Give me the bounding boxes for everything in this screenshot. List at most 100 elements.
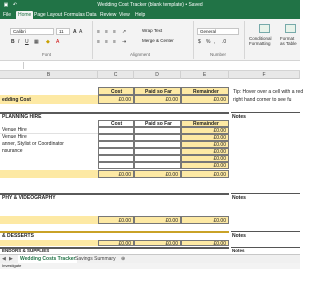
format-as-table-icon[interactable] — [285, 24, 296, 33]
summary-label: edding Cost — [2, 97, 31, 103]
tab-data[interactable]: Data — [86, 11, 97, 19]
conditional-formatting-icon[interactable] — [259, 24, 270, 33]
planning-cost-header[interactable]: Cost — [98, 120, 134, 127]
underline-button[interactable]: U — [25, 39, 29, 45]
add-sheet-icon[interactable]: ⊕ — [121, 255, 125, 263]
merge-center-button[interactable]: Merge & Center — [140, 38, 188, 45]
summary-cost-value: £0.00 — [118, 97, 131, 103]
align-left-icon[interactable]: ≡ — [97, 39, 100, 45]
orientation-icon[interactable]: ↗ — [122, 29, 126, 35]
totals-row[interactable]: £0.00 £0.00 £0.00 — [0, 240, 229, 247]
total-cost-cell[interactable]: £0.00 — [98, 216, 134, 224]
column-header-f[interactable]: F — [229, 71, 300, 79]
remainder-cell[interactable]: £0.00 — [181, 141, 229, 148]
italic-button[interactable]: I — [18, 39, 19, 45]
font-color-icon[interactable]: A — [56, 39, 59, 45]
decimal-icon[interactable]: .0 — [222, 39, 226, 45]
remainder-cell[interactable]: £0.00 — [181, 162, 229, 169]
tab-help[interactable]: Help — [135, 11, 145, 19]
total-remainder-cell[interactable]: £0.00 — [181, 216, 229, 224]
summary-cost-cell[interactable]: £0.00 — [98, 95, 134, 104]
column-header-c[interactable]: C — [98, 71, 134, 79]
tab-review[interactable]: Review — [100, 11, 116, 19]
cost-cell[interactable] — [98, 141, 134, 148]
indent-icon[interactable]: ⇥ — [122, 39, 126, 45]
name-box[interactable] — [0, 62, 24, 69]
column-header-b[interactable]: B — [0, 71, 98, 79]
total-paid-value: £0.00 — [165, 172, 178, 178]
font-size-select[interactable]: 11 — [56, 28, 70, 35]
wrap-text-button[interactable]: Wrap Text — [140, 28, 180, 35]
next-sheet-icon[interactable]: ▶ — [9, 255, 13, 263]
total-cost-value: £0.00 — [118, 218, 131, 224]
paid-cell[interactable] — [134, 141, 181, 148]
total-cost-cell[interactable]: £0.00 — [98, 240, 134, 247]
fill-color-icon[interactable]: ◆ — [46, 39, 50, 45]
remainder-cell[interactable]: £0.00 — [181, 127, 229, 134]
summary-remainder-header[interactable]: Remainder — [181, 87, 229, 95]
tab-file[interactable]: File — [3, 11, 11, 19]
cost-cell[interactable] — [98, 127, 134, 134]
paid-cell[interactable] — [134, 162, 181, 169]
summary-label-cell[interactable]: edding Cost — [0, 95, 98, 104]
total-cost-cell[interactable]: £0.00 — [98, 170, 134, 178]
paid-cell[interactable] — [134, 155, 181, 162]
sheet-tab-savings-summary[interactable]: Savings Summary — [75, 255, 116, 263]
remainder-cell[interactable]: £0.00 — [181, 155, 229, 162]
cost-cell[interactable] — [98, 148, 134, 155]
planning-paid-header[interactable]: Paid so Far — [134, 120, 181, 127]
align-bottom-icon[interactable]: ≡ — [113, 29, 116, 35]
table-row[interactable]: £0.00 — [0, 155, 229, 162]
paid-cell[interactable] — [134, 148, 181, 155]
column-header-e[interactable]: E — [181, 71, 229, 79]
table-row[interactable]: Venue Hire £0.00 — [0, 127, 229, 134]
currency-icon[interactable]: $ — [198, 39, 201, 45]
summary-remainder-cell[interactable]: £0.00 — [181, 95, 229, 104]
borders-icon[interactable]: ▦ — [34, 39, 39, 45]
formula-input[interactable] — [28, 62, 300, 69]
prev-sheet-icon[interactable]: ◀ — [2, 255, 6, 263]
totals-row[interactable]: £0.00 £0.00 £0.00 — [0, 170, 229, 178]
paid-cell[interactable] — [134, 134, 181, 141]
tab-home[interactable]: Home — [16, 11, 34, 19]
paid-cell[interactable] — [134, 127, 181, 134]
totals-row[interactable]: £0.00 £0.00 £0.00 — [0, 216, 229, 224]
cost-cell[interactable] — [98, 162, 134, 169]
summary-paid-cell[interactable]: £0.00 — [134, 95, 181, 104]
comma-icon[interactable]: , — [214, 39, 215, 45]
planning-remainder-header[interactable]: Remainder — [181, 120, 229, 127]
table-row[interactable]: Venue Hire £0.00 — [0, 134, 229, 141]
table-row[interactable]: anner, Stylist or Coordinator £0.00 — [0, 141, 229, 148]
align-top-icon[interactable]: ≡ — [97, 29, 100, 35]
grow-font-icon[interactable]: A — [73, 29, 77, 35]
total-paid-cell[interactable]: £0.00 — [134, 216, 181, 224]
summary-cost-header[interactable]: Cost — [98, 87, 134, 95]
format-as-table-button[interactable]: Format as Table — [280, 36, 300, 46]
percent-icon[interactable]: % — [206, 39, 210, 45]
shrink-font-icon[interactable]: A — [79, 29, 82, 35]
bold-button[interactable]: B — [11, 39, 15, 45]
tab-page-layout[interactable]: Page Layout — [34, 11, 62, 19]
tab-formulas[interactable]: Formulas — [64, 11, 85, 19]
notes-divider — [231, 112, 300, 113]
item-label: Venue Hire — [2, 127, 27, 133]
align-middle-icon[interactable]: ≡ — [105, 29, 108, 35]
font-name-select[interactable]: Calibri — [10, 28, 54, 35]
total-remainder-cell[interactable]: £0.00 — [181, 240, 229, 247]
cost-cell[interactable] — [98, 155, 134, 162]
table-row[interactable]: nsurance £0.00 — [0, 148, 229, 155]
table-row[interactable]: £0.00 — [0, 162, 229, 169]
total-paid-cell[interactable]: £0.00 — [134, 240, 181, 247]
total-remainder-cell[interactable]: £0.00 — [181, 170, 229, 178]
align-right-icon[interactable]: ≡ — [113, 39, 116, 45]
column-header-d[interactable]: D — [134, 71, 181, 79]
number-format-select[interactable]: General — [197, 28, 239, 35]
conditional-formatting-button[interactable]: Conditional Formatting — [249, 36, 279, 46]
summary-paid-header[interactable]: Paid so Far — [134, 87, 181, 95]
remainder-cell[interactable]: £0.00 — [181, 134, 229, 141]
total-paid-cell[interactable]: £0.00 — [134, 170, 181, 178]
cost-cell[interactable] — [98, 134, 134, 141]
align-center-icon[interactable]: ≡ — [105, 39, 108, 45]
remainder-cell[interactable]: £0.00 — [181, 148, 229, 155]
tab-view[interactable]: View — [119, 11, 130, 19]
